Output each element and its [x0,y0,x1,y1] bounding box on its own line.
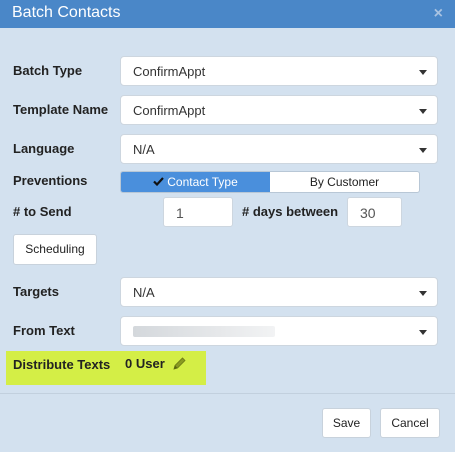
check-icon [153,172,165,192]
dialog-titlebar: Batch Contacts × [0,0,455,28]
days-between-input[interactable]: 30 [347,197,402,227]
save-button[interactable]: Save [322,408,371,438]
language-select[interactable]: N/A [120,134,438,164]
distribute-texts-label: Distribute Texts [13,357,111,372]
targets-select[interactable]: N/A [120,277,438,307]
from-text-label: From Text [13,323,75,338]
distribute-user-count: 0 User [125,356,165,371]
targets-label: Targets [13,284,59,299]
by-customer-option[interactable]: By Customer [270,172,419,192]
chevron-down-icon [419,148,427,153]
contact-type-label: Contact Type [167,175,238,189]
chevron-down-icon [419,291,427,296]
redacted-value [133,326,275,337]
template-name-label: Template Name [13,102,109,117]
by-customer-label: By Customer [309,175,380,189]
template-name-select[interactable]: ConfirmAppt [120,95,438,125]
days-between-label: # days between [242,204,339,219]
pencil-icon[interactable] [172,356,187,374]
chevron-down-icon [419,330,427,335]
language-label: Language [13,141,75,156]
preventions-toggle: Contact Type By Customer [120,171,420,193]
chevron-down-icon [419,70,427,75]
close-icon[interactable]: × [434,5,443,23]
batch-type-value: ConfirmAppt [133,64,206,79]
from-text-select[interactable] [120,316,438,346]
scheduling-button[interactable]: Scheduling [13,234,97,265]
cancel-button[interactable]: Cancel [380,408,440,438]
to-send-input[interactable]: 1 [163,197,233,227]
to-send-value: 1 [176,205,184,221]
to-send-label: # to Send [13,204,72,219]
batch-type-label: Batch Type [13,63,83,78]
contact-type-option[interactable]: Contact Type [121,172,270,192]
language-value: N/A [133,142,155,157]
days-between-value: 30 [360,205,376,221]
chevron-down-icon [419,109,427,114]
template-name-value: ConfirmAppt [133,103,206,118]
dialog-title: Batch Contacts [12,4,121,21]
targets-value: N/A [133,285,155,300]
preventions-label: Preventions [13,173,88,188]
batch-type-select[interactable]: ConfirmAppt [120,56,438,86]
footer-divider [0,393,455,394]
